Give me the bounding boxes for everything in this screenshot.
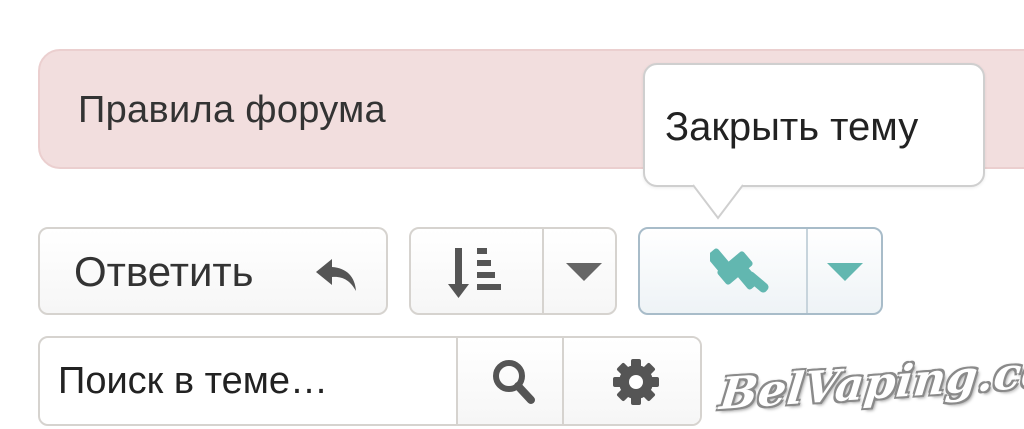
search-button[interactable] (458, 338, 562, 424)
search-settings-button[interactable] (564, 338, 700, 424)
sort-descending-icon[interactable] (447, 246, 507, 300)
tooltip-text: Закрыть тему (665, 105, 919, 149)
thread-search-input[interactable] (40, 338, 457, 424)
caret-down-icon[interactable] (827, 263, 863, 281)
watermark-logo: BelVaping.com (717, 343, 1024, 422)
gear-icon (613, 359, 659, 405)
button-divider (542, 229, 544, 313)
sort-button-group (409, 227, 617, 315)
button-divider (806, 229, 808, 313)
magnifier-icon (493, 360, 535, 404)
forum-thread-toolbar: Правила форума Закрыть тему Ответить Пои… (0, 0, 1024, 429)
thread-search-group (38, 336, 702, 426)
forum-rules-link[interactable]: Правила форума (78, 89, 386, 132)
watermark-text: BelVaping.com (717, 342, 1024, 421)
reply-arrow-icon (316, 259, 356, 291)
close-thread-tooltip: Закрыть тему (643, 63, 985, 187)
reply-button-label: Ответить (74, 248, 254, 295)
moderation-button-group (638, 227, 883, 315)
tooltip-arrow (693, 184, 743, 220)
caret-down-icon[interactable] (566, 263, 602, 281)
reply-button[interactable]: Ответить (38, 227, 388, 315)
gavel-icon[interactable] (710, 243, 772, 303)
